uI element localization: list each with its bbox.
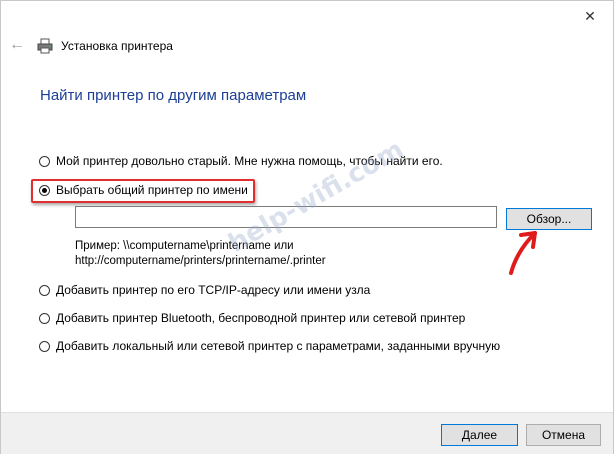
red-arrow-icon: [509, 231, 537, 275]
option-label: Выбрать общий принтер по имени: [56, 183, 248, 197]
option-bluetooth-wireless[interactable]: Добавить принтер Bluetooth, беспроводной…: [39, 311, 465, 325]
window-title-label: Установка принтера: [61, 39, 173, 53]
cancel-button[interactable]: Отмена: [526, 424, 601, 446]
radio-local-manual[interactable]: [39, 340, 50, 352]
next-button[interactable]: Далее: [441, 424, 518, 446]
close-icon[interactable]: ✕: [581, 7, 599, 25]
option-shared-printer[interactable]: Выбрать общий принтер по имени: [39, 183, 248, 197]
page-heading: Найти принтер по другим параметрам: [40, 87, 307, 104]
dialog-footer: Далее Отмена: [1, 412, 613, 454]
option-label: Добавить принтер по его TCP/IP-адресу ил…: [56, 283, 371, 297]
example-line-1: Пример: \\computername\printername или: [75, 240, 294, 252]
option-tcpip[interactable]: Добавить принтер по его TCP/IP-адресу ил…: [39, 283, 370, 297]
radio-tcpip[interactable]: [39, 284, 50, 296]
printer-icon: [37, 38, 53, 54]
option-label: Добавить принтер Bluetooth, беспроводной…: [56, 311, 466, 325]
radio-bluetooth-wireless[interactable]: [39, 312, 50, 324]
add-printer-window: ✕ ← Установка принтера Найти принтер по …: [0, 0, 614, 454]
example-line-2: http://computername/printers/printername…: [75, 255, 326, 267]
window-title: Установка принтера: [37, 38, 173, 54]
radio-shared-printer[interactable]: [39, 184, 50, 196]
radio-old-printer[interactable]: [39, 155, 50, 167]
option-local-manual[interactable]: Добавить локальный или сетевой принтер с…: [39, 339, 500, 353]
option-label: Добавить локальный или сетевой принтер с…: [56, 339, 501, 353]
back-arrow-icon[interactable]: ←: [9, 37, 25, 53]
example-text: Пример: \\computername\printername или h…: [75, 239, 326, 269]
